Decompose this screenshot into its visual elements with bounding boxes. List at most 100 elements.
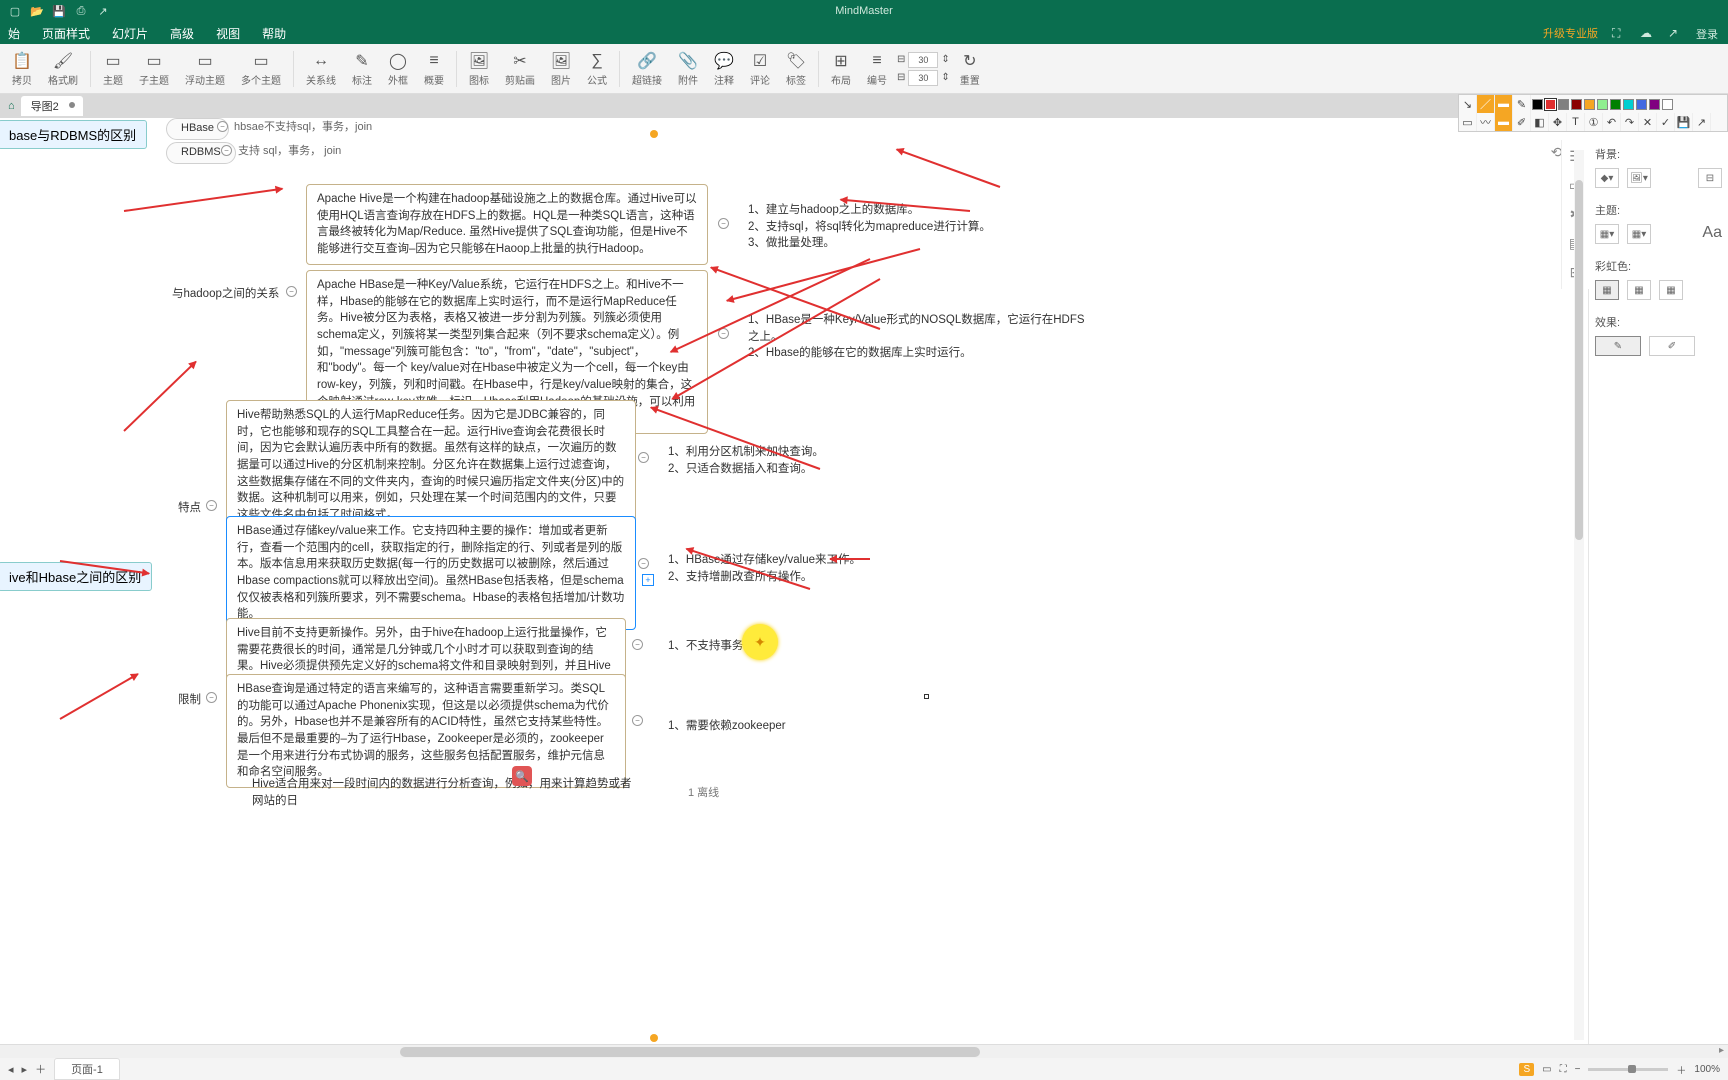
print-icon[interactable]: ⎙	[74, 4, 88, 18]
expander[interactable]: −	[638, 558, 649, 569]
expander[interactable]: −	[206, 500, 217, 511]
menu-start[interactable]: 始	[8, 25, 20, 42]
zoom-in-icon[interactable]: ＋	[1676, 1062, 1686, 1077]
ribbon-relation[interactable]: ↔关系线	[300, 49, 342, 89]
horizontal-scrollbar[interactable]: ▸	[0, 1044, 1728, 1058]
arrow-tool[interactable]: ↘	[1459, 95, 1477, 113]
eraser-tool[interactable]: ◧	[1531, 113, 1549, 131]
page-tab[interactable]: 页面-1	[54, 1058, 120, 1080]
ruler-handle-top[interactable]	[650, 130, 658, 138]
marker-tool[interactable]: ▬	[1495, 113, 1513, 131]
font-preview[interactable]: Aa	[1702, 224, 1722, 244]
ribbon-number[interactable]: ≡编号	[861, 49, 893, 89]
expander[interactable]: −	[286, 286, 297, 297]
node-features[interactable]: 特点	[178, 500, 201, 517]
block-footer[interactable]: Hive适合用来对一段时间内的数据进行分析查询，例如，用来计算趋势或者网站的日	[252, 776, 642, 809]
rainbow-opt2[interactable]: ▦	[1627, 280, 1651, 300]
presentation-icon[interactable]: ▭	[1542, 1064, 1551, 1075]
fullscreen-icon[interactable]: ⛶	[1560, 1064, 1567, 1075]
block-hive-intro[interactable]: Apache Hive是一个构建在hadoop基础设施之上的数据仓库。通过Hiv…	[306, 184, 708, 265]
mindmap-canvas[interactable]: base与RDBMS的区别 ive和Hbase之间的区别 HBase − hbs…	[0, 118, 1728, 1044]
cloud-icon[interactable]: ☁	[1640, 26, 1654, 40]
ribbon-clipart[interactable]: ✂剪贴画	[499, 49, 541, 89]
export-tool[interactable]: ↗	[1693, 113, 1711, 131]
root-rdbms-diff[interactable]: base与RDBMS的区别	[0, 120, 147, 149]
highlight-tool[interactable]: ▬	[1495, 95, 1513, 113]
list-hbase-feat-pts[interactable]: 1、HBase通过存储key/value来工作。 2、支持增删改查所有操作。	[668, 552, 868, 585]
ribbon-multi[interactable]: ▭多个主题	[235, 49, 287, 89]
ribbon-copy[interactable]: 📋拷贝	[6, 49, 38, 89]
color-orange[interactable]	[1584, 99, 1595, 110]
ribbon-icon[interactable]: 🖼图标	[463, 49, 495, 89]
annotation-toolbar[interactable]: ↘ ／ ▬ ✎ ▭ 〰 ▬ ✐ ◧ ✥ T ① ↶ ↷ ✕ ✓ 💾 ↗	[1458, 94, 1728, 132]
ruler-handle-bottom[interactable]	[650, 1034, 658, 1042]
zoom-slider[interactable]	[1588, 1068, 1668, 1071]
stepper-icon[interactable]: ⇕	[941, 54, 949, 65]
open-icon[interactable]: 📂	[30, 4, 44, 18]
rainbow-opt1[interactable]: ▦	[1595, 280, 1619, 300]
ribbon-callout[interactable]: ✎标注	[346, 49, 378, 89]
node-limits[interactable]: 限制	[178, 692, 201, 709]
rainbow-opt3[interactable]: ▦	[1659, 280, 1683, 300]
rect-tool[interactable]: ▭	[1459, 113, 1477, 131]
ribbon-image[interactable]: 🖼图片	[545, 49, 577, 89]
hscroll-thumb[interactable]	[400, 1047, 980, 1057]
login-link[interactable]: 登录	[1696, 26, 1718, 40]
next-page-icon[interactable]: ▸	[22, 1063, 28, 1076]
color-lgreen[interactable]	[1597, 99, 1608, 110]
width-input[interactable]: 30	[908, 52, 938, 68]
selection-handle[interactable]	[924, 694, 929, 699]
theme-opt1[interactable]: ▦▾	[1595, 224, 1619, 244]
redo-tool[interactable]: ↷	[1621, 113, 1639, 131]
block-hbase-limit[interactable]: HBase查询是通过特定的语言来编写的，这种语言需要重新学习。类SQL的功能可以…	[226, 674, 626, 788]
color-purple[interactable]	[1649, 99, 1660, 110]
effect-pencil[interactable]: ✎	[1595, 336, 1641, 356]
export-icon[interactable]: ↗	[96, 4, 110, 18]
ribbon-comment[interactable]: ☑评论	[744, 49, 776, 89]
move-tool[interactable]: ✥	[1549, 113, 1567, 131]
wave-tool[interactable]: 〰	[1477, 113, 1495, 131]
document-tab[interactable]: 导图2	[21, 96, 83, 116]
list-hive-feat-pts[interactable]: 1、利用分区机制来加快查询。 2、只适合数据插入和查询。	[668, 444, 848, 477]
new-icon[interactable]: ▢	[8, 4, 22, 18]
ribbon-boundary[interactable]: ◯外框	[382, 49, 414, 89]
menu-slides[interactable]: 幻灯片	[112, 25, 148, 42]
ribbon-note[interactable]: 💬注释	[708, 49, 740, 89]
ribbon-summary[interactable]: ≡概要	[418, 49, 450, 89]
number-tool[interactable]: ①	[1585, 113, 1603, 131]
effect-pen[interactable]: ✐	[1649, 336, 1695, 356]
expander[interactable]: −	[718, 218, 729, 229]
close-tool[interactable]: ✕	[1639, 113, 1657, 131]
ribbon-reset[interactable]: ↻重置	[954, 49, 986, 89]
save-tool[interactable]: 💾	[1675, 113, 1693, 131]
share-icon[interactable]: ↗	[1668, 26, 1682, 40]
line-tool[interactable]: ／	[1477, 95, 1495, 113]
expander[interactable]: −	[632, 639, 643, 650]
check-tool[interactable]: ✓	[1657, 113, 1675, 131]
node-rdbms-desc[interactable]: 支持 sql，事务， join	[238, 144, 341, 160]
menu-advanced[interactable]: 高级	[170, 25, 194, 42]
color-black[interactable]	[1532, 99, 1543, 110]
list-hive-limit-pts[interactable]: 1、不支持事务	[668, 638, 743, 655]
expander[interactable]: −	[632, 715, 643, 726]
ribbon-attach[interactable]: 📎附件	[672, 49, 704, 89]
color-red[interactable]	[1545, 99, 1556, 110]
expander[interactable]: −	[221, 145, 232, 156]
ribbon-format-painter[interactable]: 🖌格式刷	[42, 49, 84, 89]
upgrade-link[interactable]: 升级专业版	[1543, 25, 1598, 41]
node-hadoop-rel[interactable]: 与hadoop之间的关系	[172, 286, 279, 303]
color-teal[interactable]	[1623, 99, 1634, 110]
vscroll-thumb[interactable]	[1575, 180, 1583, 540]
ribbon-topic[interactable]: ▭主题	[97, 49, 129, 89]
list-hbase-pts[interactable]: 1、HBase是一种Key/Value形式的NOSQL数据库，它运行在HDFS之…	[748, 312, 1088, 362]
menu-pagestyle[interactable]: 页面样式	[42, 25, 90, 42]
root-hive-hbase-diff[interactable]: ive和Hbase之间的区别	[0, 562, 152, 591]
tab-home-icon[interactable]: ⌂	[8, 100, 15, 112]
menu-view[interactable]: 视图	[216, 25, 240, 42]
menu-help[interactable]: 帮助	[262, 25, 286, 42]
expander[interactable]: −	[638, 452, 649, 463]
ribbon-subtopic[interactable]: ▭子主题	[133, 49, 175, 89]
list-footer-pts[interactable]: 1 离线	[688, 786, 719, 802]
ribbon-hyperlink[interactable]: 🔗超链接	[626, 49, 668, 89]
expander[interactable]: −	[206, 692, 217, 703]
